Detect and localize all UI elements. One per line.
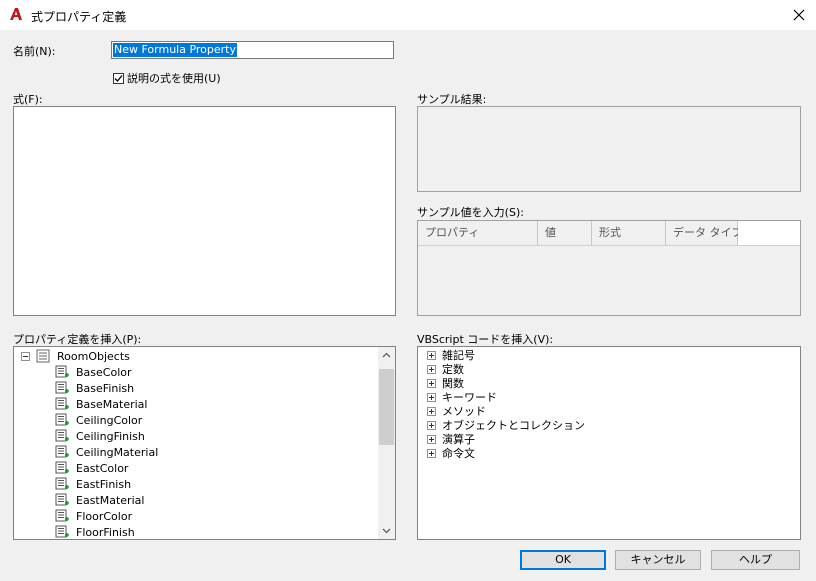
autocad-app-icon (10, 8, 22, 20)
tree-root-roomobjects[interactable]: RoomObjects (21, 348, 130, 364)
property-definition-icon (55, 509, 69, 522)
vbscript-category[interactable]: 命令文 (427, 445, 475, 461)
property-definition-icon (55, 477, 69, 490)
ok-button[interactable]: OK (520, 550, 606, 570)
tree-item-label: FloorFinish (76, 525, 135, 539)
name-label: 名前(N): (13, 45, 56, 58)
tree-item-property[interactable]: EastColor (55, 460, 128, 476)
property-definition-icon (55, 429, 69, 442)
scroll-down-icon[interactable] (382, 528, 391, 534)
tree-item-label: BaseFinish (76, 381, 135, 395)
property-definitions-label: プロパティ定義を挿入(P): (13, 333, 142, 346)
expand-icon[interactable] (427, 364, 436, 374)
column-header-property[interactable]: プロパティ (418, 221, 538, 245)
window-title: 式プロパティ定義 (31, 10, 127, 24)
header-filler (738, 221, 800, 245)
tree-item-label: BaseMaterial (76, 397, 148, 411)
tree-item-label: EastMaterial (76, 493, 145, 507)
sample-values-label: サンプル値を入力(S): (417, 206, 524, 219)
use-formula-description-checkbox[interactable]: 説明の式を使用(U) (113, 70, 221, 86)
name-input-value: New Formula Property (113, 43, 238, 57)
scroll-thumb[interactable] (379, 369, 394, 445)
tree-item-property[interactable]: BaseFinish (55, 380, 134, 396)
tree-item-property[interactable]: CeilingColor (55, 412, 142, 428)
expand-icon[interactable] (427, 392, 436, 402)
tree-item-label: CeilingFinish (76, 429, 145, 443)
checkbox-box[interactable] (113, 72, 124, 84)
expand-icon[interactable] (427, 434, 436, 444)
expand-icon[interactable] (427, 350, 436, 360)
close-icon (793, 9, 805, 21)
property-definition-icon (55, 381, 69, 394)
close-button[interactable] (786, 4, 812, 26)
checkmark-icon (114, 74, 123, 82)
cancel-button[interactable]: キャンセル (615, 550, 701, 570)
sample-values-header: プロパティ 値 形式 データ タイプ (418, 221, 800, 246)
tree-item-label: FloorColor (76, 509, 133, 523)
sample-values-grid[interactable]: プロパティ 値 形式 データ タイプ (417, 220, 801, 316)
use-formula-description-label: 説明の式を使用(U) (127, 72, 221, 85)
vbscript-label: VBScript コードを挿入(V): (417, 333, 554, 346)
property-definition-icon (55, 493, 69, 506)
property-definition-icon (55, 365, 69, 378)
expand-icon[interactable] (427, 378, 436, 388)
tree-item-property[interactable]: EastMaterial (55, 492, 144, 508)
title-bar: 式プロパティ定義 (0, 0, 816, 30)
tree-item-property[interactable]: EastFinish (55, 476, 131, 492)
expand-icon[interactable] (427, 406, 436, 416)
name-input[interactable]: New Formula Property (111, 41, 394, 59)
property-definition-icon (55, 445, 69, 458)
tree-item-label: EastFinish (76, 477, 132, 491)
column-header-format[interactable]: 形式 (592, 221, 666, 245)
tree-item-property[interactable]: BaseColor (55, 364, 132, 380)
property-definition-icon (55, 397, 69, 410)
tree-item-label: EastColor (76, 461, 129, 475)
property-definition-icon (55, 461, 69, 474)
vbscript-tree[interactable]: 雑記号 定数 関数 キーワード メソッド オブジェクトとコレクション 演算子 命令文 (417, 346, 801, 540)
expand-icon[interactable] (427, 448, 436, 458)
property-definition-icon (55, 413, 69, 426)
collapse-icon[interactable] (21, 351, 30, 361)
tree-item-property[interactable]: CeilingMaterial (55, 444, 158, 460)
formula-editor[interactable] (13, 106, 396, 316)
scroll-up-icon[interactable] (382, 352, 391, 358)
sample-result-box (417, 106, 801, 192)
property-set-icon (36, 349, 50, 363)
tree-item-label: CeilingMaterial (76, 445, 159, 459)
column-header-value[interactable]: 値 (538, 221, 592, 245)
tree-item-property[interactable]: CeilingFinish (55, 428, 145, 444)
vbscript-category-label: 命令文 (442, 447, 475, 460)
tree-item-property[interactable]: FloorColor (55, 508, 132, 524)
property-definition-icon (55, 525, 69, 538)
property-definitions-tree[interactable]: RoomObjects BaseColor BaseFinish BaseMater… (13, 346, 396, 540)
help-button[interactable]: ヘルプ (711, 550, 800, 570)
tree-root-label: RoomObjects (57, 349, 130, 363)
sample-result-label: サンプル結果: (417, 93, 487, 106)
column-header-data-type[interactable]: データ タイプ (666, 221, 743, 245)
expand-icon[interactable] (427, 420, 436, 430)
tree-item-property[interactable]: FloorFinish (55, 524, 135, 539)
formula-label: 式(F): (13, 93, 43, 106)
tree-item-label: CeilingColor (76, 413, 143, 427)
tree-item-property[interactable]: BaseMaterial (55, 396, 147, 412)
vertical-scrollbar[interactable] (378, 347, 395, 539)
tree-item-label: BaseColor (76, 365, 132, 379)
